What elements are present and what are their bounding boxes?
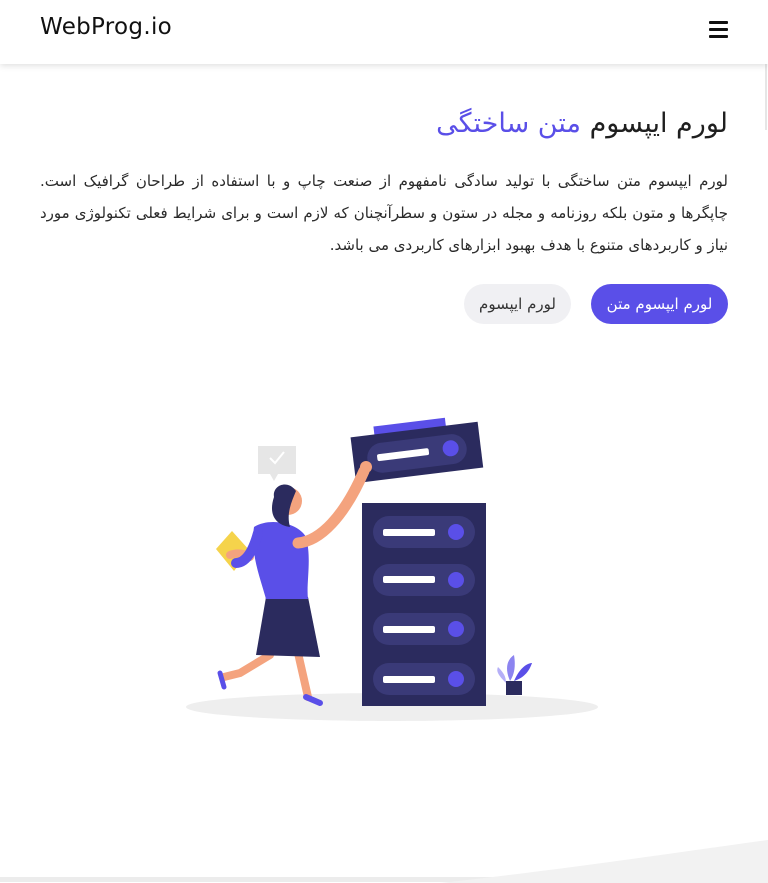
hero-title-accent: متن ساختگی xyxy=(436,108,581,139)
woman-skirt xyxy=(256,597,320,657)
checkmark-bubble-icon xyxy=(258,446,296,481)
lifted-server-unit xyxy=(350,417,484,484)
woman-arm-raised xyxy=(292,465,370,549)
hero-illustration xyxy=(186,417,598,721)
bottom-wave-decoration xyxy=(0,840,768,883)
hamburger-menu-icon[interactable] xyxy=(708,21,730,41)
woman-legs xyxy=(220,649,312,701)
hero-description: لورم ایپسوم متن ساختگی با تولید سادگی نا… xyxy=(40,172,728,254)
hero-title: لورم ایپسوم متن ساختگی xyxy=(436,108,728,139)
secondary-cta-button[interactable]: لورم ایپسوم xyxy=(464,284,571,324)
hero-title-main: لورم ایپسوم xyxy=(589,108,728,139)
site-logo[interactable]: WebProg.io xyxy=(40,14,172,40)
woman-figure xyxy=(216,461,372,706)
primary-cta-button[interactable]: لورم ایپسوم متن xyxy=(591,284,728,324)
site-header: WebProg.io xyxy=(0,0,768,64)
plant-icon xyxy=(497,655,532,695)
